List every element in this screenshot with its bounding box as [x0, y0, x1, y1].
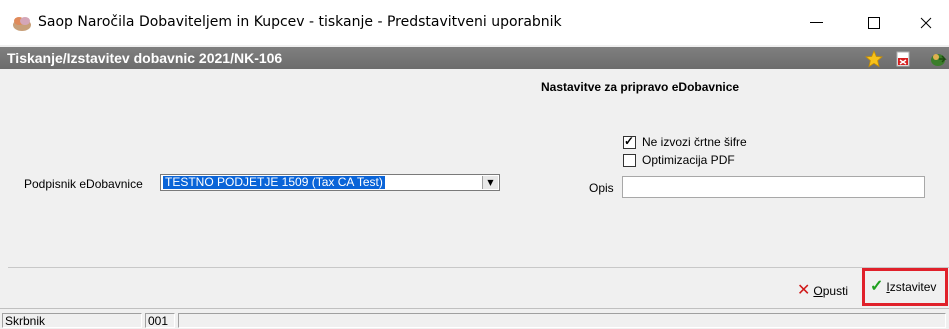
- app-logo-icon: [13, 17, 31, 31]
- minimize-button[interactable]: [793, 0, 839, 45]
- window-titlebar: Saop Naročila Dobaviteljem in Kupcev - t…: [0, 0, 949, 45]
- settings-panel: [8, 70, 949, 266]
- signer-select[interactable]: TESTNO PODJETJE 1509 (Tax CA Test) ▼: [160, 174, 500, 191]
- cancel-label: Opusti: [813, 284, 848, 298]
- status-code: 001: [145, 313, 175, 328]
- form-header: Tiskanje/Izstavitev dobavnic 2021/NK-106: [0, 47, 949, 69]
- signer-label: Podpisnik eDobavnice: [24, 177, 143, 191]
- maximize-button[interactable]: [851, 0, 897, 45]
- pdf-optimization-label: Optimizacija PDF: [642, 153, 735, 167]
- dropdown-arrow-icon[interactable]: ▼: [482, 176, 498, 189]
- no-dash-codes-option[interactable]: Ne izvozi črtne šifre: [623, 134, 747, 149]
- opis-input[interactable]: [622, 176, 925, 198]
- cancel-label-mnemonic: O: [813, 284, 823, 298]
- signer-selected-value: TESTNO PODJETJE 1509 (Tax CA Test): [163, 175, 385, 189]
- form-title: Tiskanje/Izstavitev dobavnic 2021/NK-106: [7, 50, 283, 66]
- cancel-label-rest: pusti: [822, 284, 849, 298]
- status-bar: Skrbnik 001: [0, 308, 949, 329]
- close-icon: [920, 17, 932, 28]
- section-title: Nastavitve za pripravo eDobavnice: [541, 80, 740, 94]
- maximize-icon: [868, 16, 880, 29]
- issue-label-rest: zstavitev: [889, 280, 937, 294]
- pdf-optimization-checkbox[interactable]: [623, 153, 636, 167]
- issue-label: Izstavitev: [886, 280, 936, 294]
- status-info: [178, 313, 946, 328]
- checkmark-icon: ✓: [870, 278, 884, 295]
- no-dash-codes-label: Ne izvozi črtne šifre: [642, 135, 747, 149]
- pdf-optimization-option[interactable]: Optimizacija PDF: [623, 153, 735, 167]
- opis-label: Opis: [589, 181, 614, 195]
- pdf-icon[interactable]: [894, 50, 912, 68]
- minimize-icon: [809, 22, 823, 23]
- cancel-button[interactable]: ✕ Opusti: [797, 282, 848, 299]
- cancel-x-icon: ✕: [797, 282, 811, 299]
- no-dash-codes-checkbox[interactable]: [623, 134, 636, 149]
- window-title: Saop Naročila Dobaviteljem in Kupcev - t…: [38, 14, 562, 30]
- star-icon[interactable]: [865, 50, 883, 68]
- status-user: Skrbnik: [2, 313, 142, 328]
- footer-divider: [8, 267, 949, 268]
- exit-icon[interactable]: [929, 50, 947, 68]
- issue-button[interactable]: ✓ Izstavitev: [862, 268, 948, 306]
- close-button[interactable]: [903, 0, 949, 45]
